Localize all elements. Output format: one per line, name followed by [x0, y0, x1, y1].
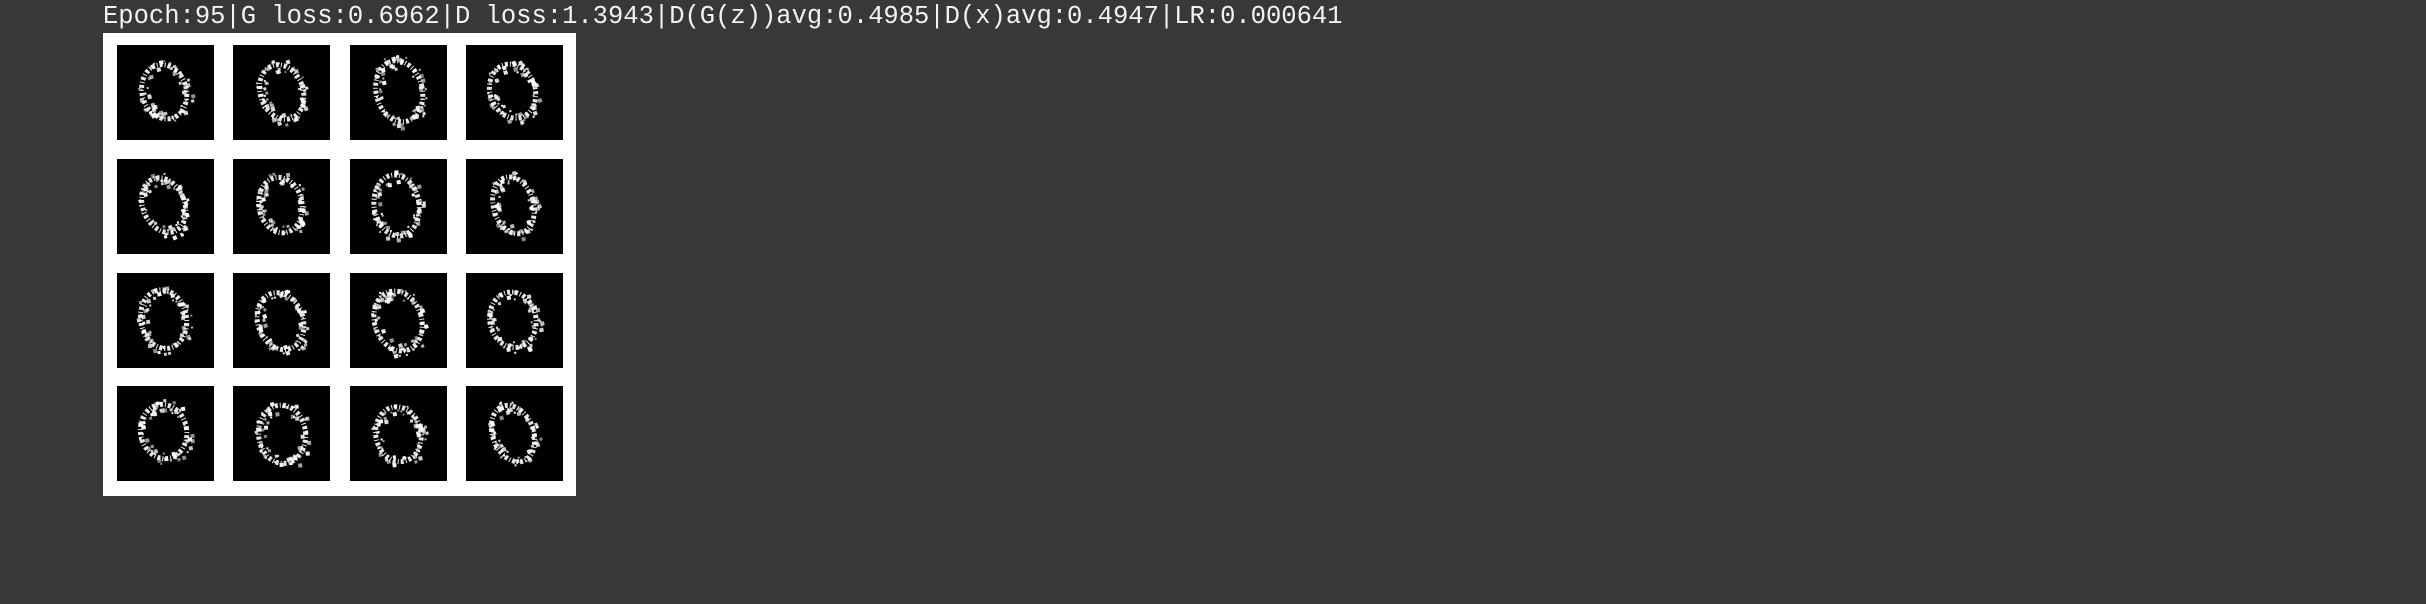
digit-zero-image	[254, 402, 312, 468]
digit-zero-image	[371, 404, 429, 468]
digit-zero-image	[256, 172, 309, 236]
generated-sample-tile	[117, 45, 214, 140]
cell-output-area: Epoch:95|G loss:0.6962|D loss:1.3943|D(G…	[0, 0, 2426, 604]
digit-zero-image	[136, 286, 194, 356]
generated-sample-tile	[350, 273, 447, 368]
digit-zero-image	[373, 54, 428, 131]
digit-zero-image	[490, 170, 542, 242]
generated-sample-tile	[233, 159, 330, 254]
digit-zero-image	[487, 289, 545, 354]
training-log-line: Epoch:95|G loss:0.6962|D loss:1.3943|D(G…	[103, 2, 1343, 31]
generated-sample-tile	[233, 273, 330, 368]
digit-zero-image	[138, 172, 190, 241]
digit-zero-image	[486, 60, 543, 126]
generated-samples-figure	[103, 33, 576, 496]
generated-sample-tile	[350, 386, 447, 481]
digit-zero-image	[254, 289, 310, 356]
digit-zero-image	[138, 60, 196, 122]
digit-zero-image	[371, 170, 427, 243]
digit-zero-image	[370, 288, 429, 359]
generated-sample-tile	[466, 386, 563, 481]
generated-sample-tile	[233, 386, 330, 481]
digit-zero-image	[255, 59, 309, 127]
generated-sample-tile	[466, 45, 563, 140]
digit-zero-image	[487, 401, 543, 467]
generated-sample-tile	[466, 159, 563, 254]
generated-sample-tile	[117, 159, 214, 254]
generated-sample-tile	[117, 386, 214, 481]
generated-sample-tile	[350, 45, 447, 140]
generated-sample-tile	[233, 45, 330, 140]
digit-zero-image	[137, 398, 196, 466]
generated-sample-tile	[466, 273, 563, 368]
generated-sample-tile	[350, 159, 447, 254]
generated-sample-tile	[117, 273, 214, 368]
